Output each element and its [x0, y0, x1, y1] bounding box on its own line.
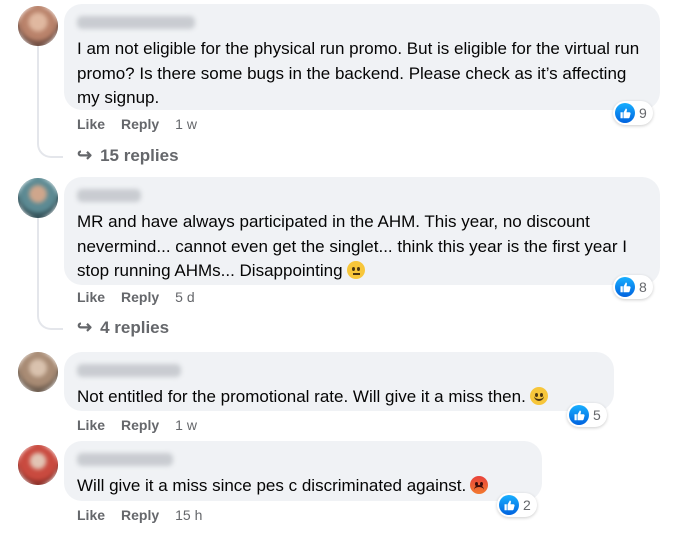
reaction-count: 8	[639, 279, 647, 295]
avatar[interactable]	[18, 352, 58, 392]
reaction-summary[interactable]: 2	[497, 493, 537, 517]
reaction-summary[interactable]: 9	[613, 101, 653, 125]
comment-text: I am not eligible for the physical run p…	[77, 39, 640, 107]
author-name[interactable]	[77, 453, 173, 466]
comment-text: Not entitled for the promotional rate. W…	[77, 385, 602, 410]
like-button[interactable]: Like	[77, 116, 105, 132]
author-name[interactable]	[77, 364, 181, 377]
comment-actions: Like Reply 1 w	[77, 417, 197, 433]
reply-button[interactable]: Reply	[121, 417, 159, 433]
reply-button[interactable]: Reply	[121, 116, 159, 132]
reaction-summary[interactable]: 8	[613, 275, 653, 299]
comment-text: Will give it a miss since pes c discrimi…	[77, 474, 530, 499]
comment-bubble: MR and have always participated in the A…	[64, 177, 660, 285]
avatar[interactable]	[18, 178, 58, 218]
comment-actions: Like Reply 15 h	[77, 507, 202, 523]
comment-actions: Like Reply 5 d	[77, 289, 195, 305]
thumbs-up-icon	[499, 495, 519, 515]
reply-button[interactable]: Reply	[121, 507, 159, 523]
thumbs-up-icon	[615, 103, 635, 123]
reaction-count: 9	[639, 105, 647, 121]
comment-bubble: Not entitled for the promotional rate. W…	[64, 352, 614, 411]
comment-actions: Like Reply 1 w	[77, 116, 197, 132]
thumbs-up-icon	[615, 277, 635, 297]
reaction-count: 5	[593, 407, 601, 423]
reaction-count: 2	[523, 497, 531, 513]
reply-arrow-icon: ↪	[77, 145, 93, 165]
reply-arrow-icon: ↪	[77, 317, 93, 337]
timestamp[interactable]: 15 h	[175, 507, 202, 523]
like-button[interactable]: Like	[77, 507, 105, 523]
thread-connector	[37, 42, 63, 158]
smiling-face-icon	[529, 387, 548, 405]
angry-face-icon	[470, 476, 489, 494]
comment-bubble: Will give it a miss since pes c discrimi…	[64, 441, 542, 501]
comment-bubble: I am not eligible for the physical run p…	[64, 4, 660, 110]
avatar[interactable]	[18, 445, 58, 485]
timestamp[interactable]: 1 w	[175, 417, 197, 433]
timestamp[interactable]: 1 w	[175, 116, 197, 132]
view-replies-link[interactable]: ↪ 4 replies	[77, 317, 169, 338]
reply-button[interactable]: Reply	[121, 289, 159, 305]
timestamp[interactable]: 5 d	[175, 289, 194, 305]
author-name[interactable]	[77, 16, 195, 29]
thumbs-up-icon	[569, 405, 589, 425]
replies-count: 4 replies	[100, 317, 170, 337]
replies-count: 15 replies	[100, 145, 179, 165]
like-button[interactable]: Like	[77, 289, 105, 305]
thread-connector	[37, 216, 63, 330]
comment-text: MR and have always participated in the A…	[77, 212, 627, 280]
view-replies-link[interactable]: ↪ 15 replies	[77, 145, 179, 166]
thinking-face-icon	[346, 261, 365, 279]
author-name[interactable]	[77, 189, 141, 202]
like-button[interactable]: Like	[77, 417, 105, 433]
reaction-summary[interactable]: 5	[567, 403, 607, 427]
avatar[interactable]	[18, 6, 58, 46]
